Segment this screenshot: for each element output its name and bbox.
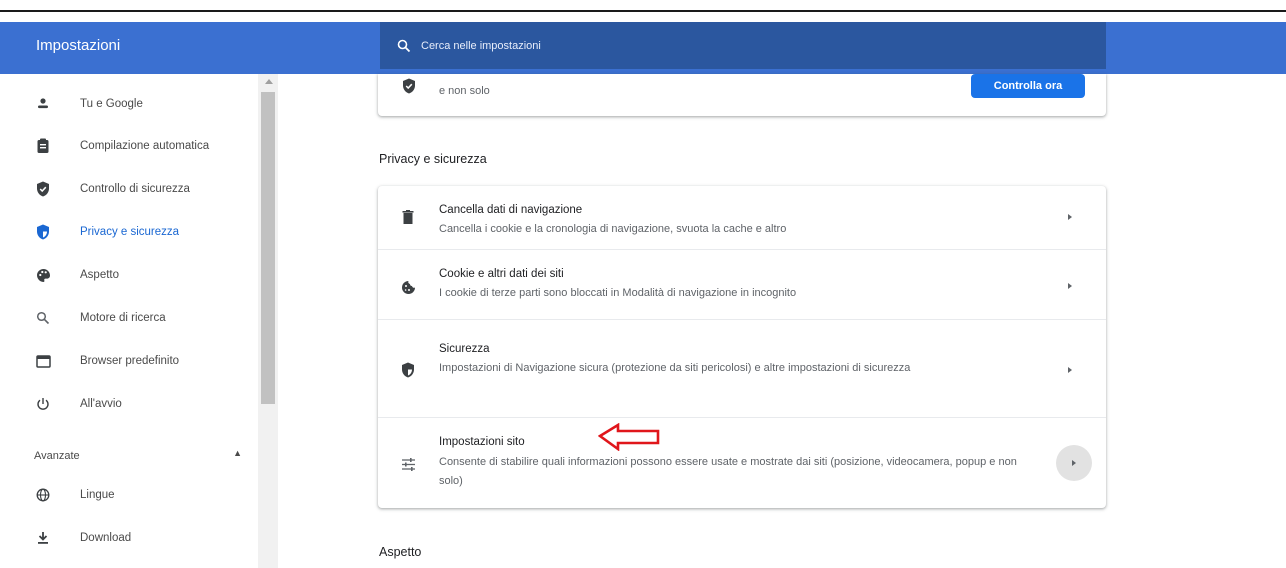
clipboard-icon — [34, 137, 52, 155]
row-subtitle: Consente di stabilire quali informazioni… — [439, 456, 1017, 487]
globe-icon — [34, 486, 52, 504]
shield-check-icon — [34, 180, 52, 198]
sidebar-item-label: Browser predefinito — [80, 355, 180, 367]
search-icon — [397, 39, 411, 52]
sidebar-item-label: Download — [80, 532, 132, 544]
sidebar-item-label: Controllo di sicurezza — [80, 183, 190, 195]
person-icon — [34, 95, 52, 113]
sidebar-item-privacy[interactable]: Privacy e sicurezza — [0, 212, 258, 252]
sidebar-item-label: Privacy e sicurezza — [80, 226, 180, 238]
search-icon — [34, 309, 52, 327]
security-shield-icon — [399, 361, 417, 379]
sidebar-scrollbar-thumb[interactable] — [261, 92, 275, 404]
sidebar-item-label: Motore di ricerca — [80, 312, 166, 324]
chevron-up-icon: ▲ — [233, 448, 242, 458]
cookie-icon — [399, 278, 417, 296]
scroll-up-arrow[interactable] — [265, 79, 273, 84]
row-site-settings[interactable]: Impostazioni sito Consente di stabilire … — [378, 417, 1106, 508]
advanced-label: Avanzate — [34, 450, 80, 462]
check-now-button[interactable]: Controlla ora — [971, 74, 1085, 98]
row-clear-browsing-data[interactable]: Cancella dati di navigazione Cancella i … — [378, 186, 1106, 249]
chevron-right-icon — [1068, 283, 1072, 289]
sidebar-item-label: Tu e Google — [80, 98, 143, 110]
chevron-right-icon — [1056, 445, 1092, 481]
chevron-right-icon — [1068, 367, 1072, 373]
sliders-icon — [399, 455, 417, 473]
safety-check-card: e non solo Controlla ora — [378, 74, 1106, 116]
sidebar-item-safety-check[interactable]: Controllo di sicurezza — [0, 169, 258, 209]
browser-window-icon — [34, 352, 52, 370]
sidebar-item-autofill[interactable]: Compilazione automatica — [0, 126, 258, 166]
row-security[interactable]: Sicurezza Impostazioni di Navigazione si… — [378, 319, 1106, 417]
section-title-appearance: Aspetto — [379, 545, 422, 559]
sidebar-item-label: All'avvio — [80, 398, 122, 410]
row-title: Sicurezza — [439, 343, 490, 355]
sidebar-item-search-engine[interactable]: Motore di ricerca — [0, 298, 258, 338]
page-title: Impostazioni — [36, 37, 121, 54]
search-bar[interactable] — [380, 22, 1106, 69]
section-title-privacy: Privacy e sicurezza — [379, 152, 487, 166]
privacy-shield-icon — [34, 223, 52, 241]
settings-header: Impostazioni — [0, 22, 1286, 74]
privacy-settings-card: Cancella dati di navigazione Cancella i … — [378, 186, 1106, 508]
sidebar-item-label: Lingue — [80, 489, 115, 501]
sidebar-item-label: Aspetto — [80, 269, 119, 281]
annotation-arrow-icon — [598, 423, 660, 451]
row-cookies[interactable]: Cookie e altri dati dei siti I cookie di… — [378, 249, 1106, 319]
row-title: Cookie e altri dati dei siti — [439, 268, 564, 280]
row-subtitle: I cookie di terze parti sono bloccati in… — [439, 287, 797, 299]
sidebar-item-download[interactable]: Download — [0, 518, 258, 558]
sidebar-item-default-browser[interactable]: Browser predefinito — [0, 341, 258, 381]
sidebar-item-on-startup[interactable]: All'avvio — [0, 384, 258, 424]
power-icon — [34, 395, 52, 413]
row-subtitle: Impostazioni di Navigazione sicura (prot… — [439, 362, 911, 374]
advanced-toggle[interactable]: Avanzate ▲ — [34, 446, 242, 464]
safety-check-text: e non solo — [439, 85, 490, 97]
row-subtitle: Cancella i cookie e la cronologia di nav… — [439, 223, 787, 235]
palette-icon — [34, 266, 52, 284]
row-title: Cancella dati di navigazione — [439, 204, 583, 216]
sidebar-item-appearance[interactable]: Aspetto — [0, 255, 258, 295]
search-input[interactable] — [421, 39, 1021, 52]
sidebar-item-languages[interactable]: Lingue — [0, 475, 258, 515]
chevron-right-icon — [1068, 214, 1072, 220]
window-top-edge — [0, 0, 1286, 12]
shield-check-icon — [402, 78, 416, 99]
sidebar-item-label: Compilazione automatica — [80, 140, 210, 152]
download-icon — [34, 529, 52, 547]
row-title: Impostazioni sito — [439, 436, 525, 448]
sidebar-item-tu-e-google[interactable]: Tu e Google — [0, 84, 258, 124]
trash-icon — [399, 208, 417, 226]
sidebar: Tu e Google Compilazione automatica Cont… — [0, 74, 282, 568]
